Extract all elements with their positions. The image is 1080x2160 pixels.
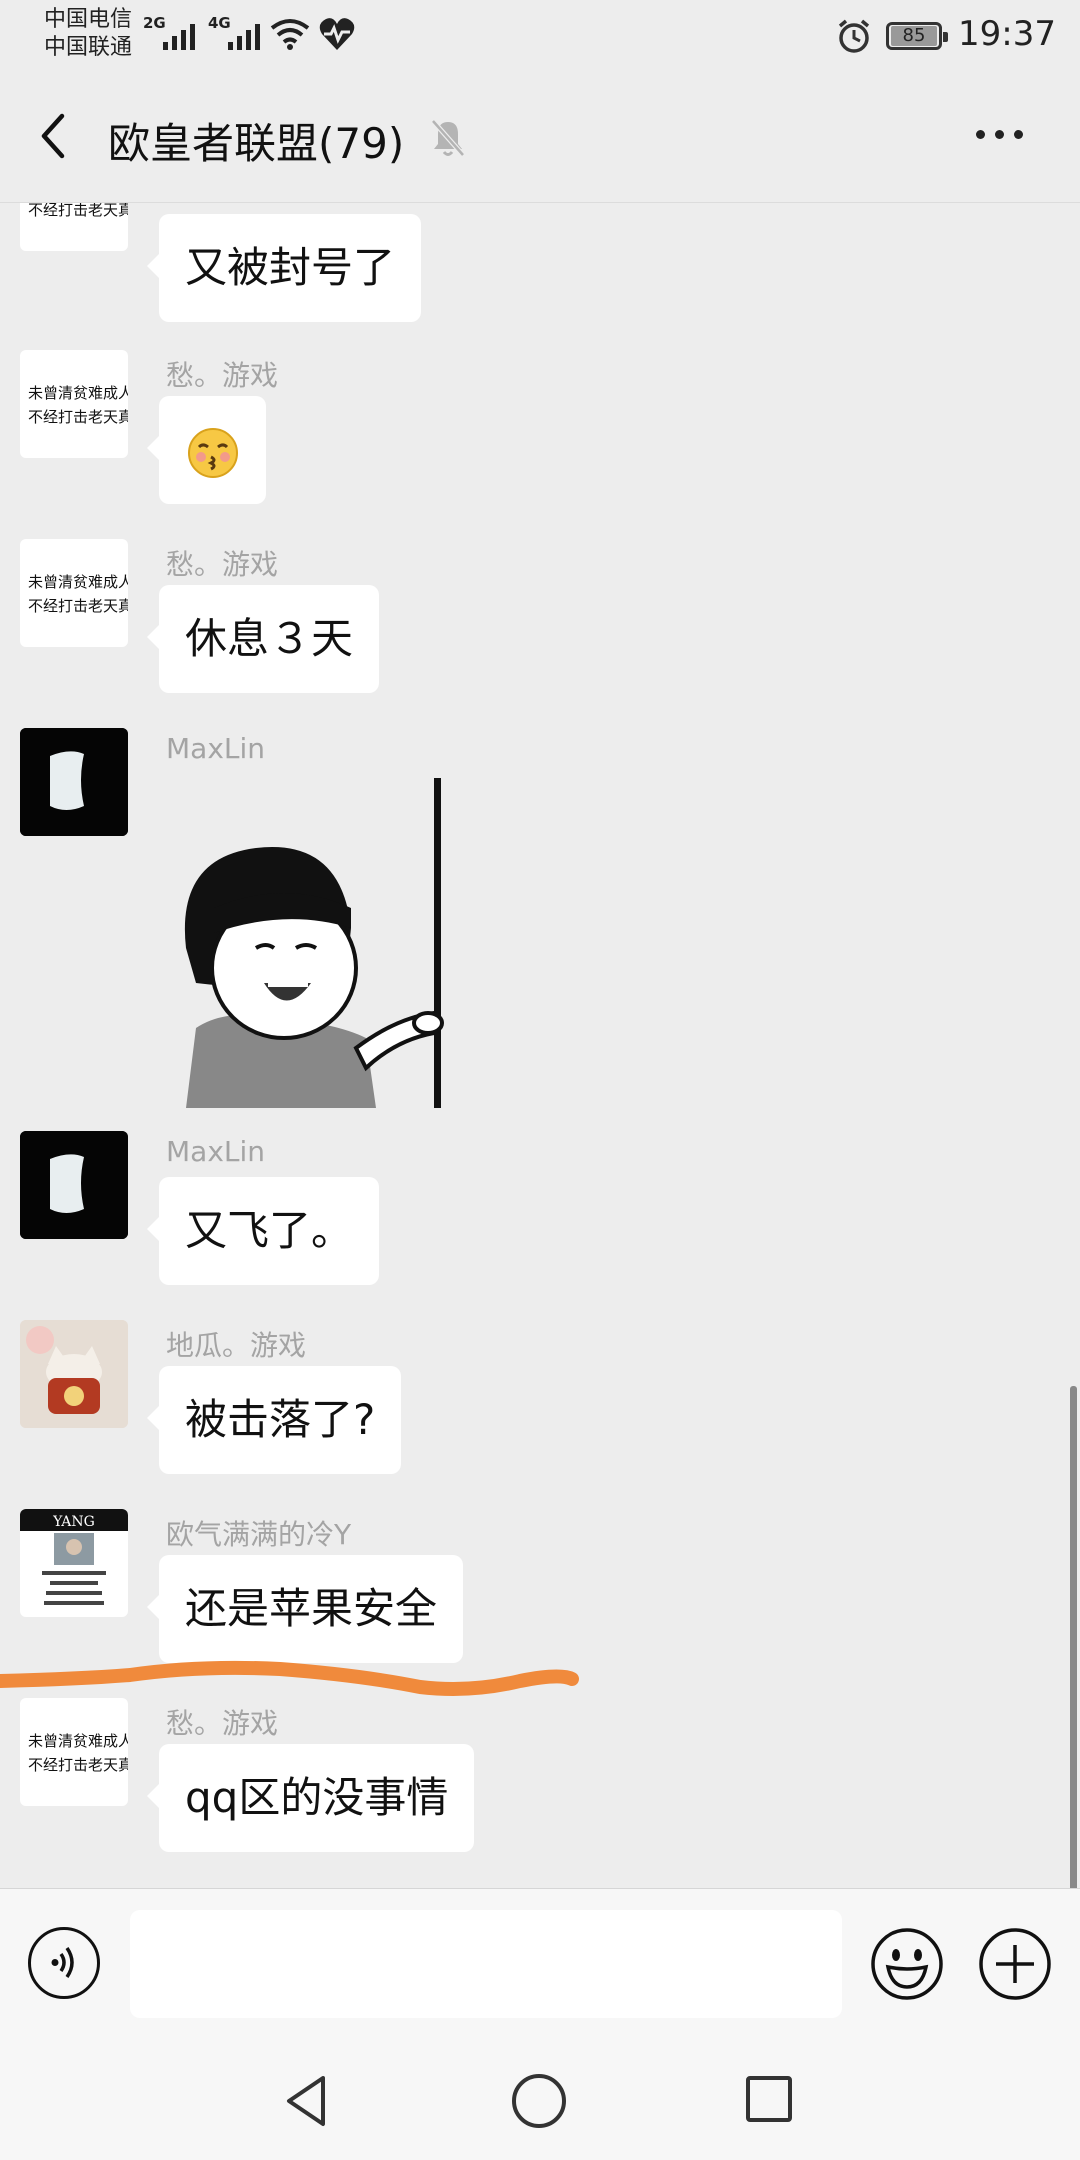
signal-icon (163, 24, 195, 50)
chat-header: 欧皇者联盟(79) (0, 72, 1080, 203)
message-bubble[interactable]: 被击落了? (146, 1366, 402, 1474)
message-bubble[interactable]: 还是苹果安全 (146, 1555, 464, 1663)
avatar[interactable]: 未曾清贫难成人 不经打击老天真 (20, 350, 128, 458)
svg-text:不经打击老天真: 不经打击老天真 (28, 1756, 128, 1774)
chat-title: 欧皇者联盟(79) (108, 119, 405, 168)
status-bar: 中国电信 中国联通 2G 4G 85 19:37 (0, 0, 1080, 72)
calligraphy-avatar-image: 未曾清贫难成人 不经打击老天真 (28, 573, 128, 615)
svg-text:YANG: YANG (52, 1514, 95, 1530)
avatar[interactable] (20, 1320, 128, 1428)
dark-avatar-image (20, 1131, 128, 1239)
alarm-icon (838, 19, 870, 53)
plus-button-icon[interactable] (978, 1927, 1052, 2001)
back-arrow-icon[interactable] (38, 112, 68, 160)
mute-bell-icon (431, 119, 465, 157)
message-row: 未曾清贫难成人 不经打击老天真 又被封号了 (0, 203, 1080, 328)
avatar[interactable]: YANG (20, 1509, 128, 1617)
sender-name: 愁。游戏 (166, 548, 279, 581)
lucky-cat-avatar-image (20, 1320, 128, 1428)
calligraphy-avatar-image: 未曾清贫难成人 不经打击老天真 (28, 203, 128, 219)
message-bubble[interactable]: 又被封号了 (146, 214, 422, 322)
voice-wave-icon (51, 1947, 74, 1978)
svg-text:不经打击老天真: 不经打击老天真 (28, 203, 128, 219)
avatar[interactable] (20, 1131, 128, 1239)
message-bubble[interactable] (147, 396, 266, 504)
message-row: 地瓜。游戏 被击落了? (0, 1320, 1080, 1490)
calligraphy-avatar-image: 未曾清贫难成人 不经打击老天真 (28, 1732, 128, 1774)
orange-underline-annotation (0, 1660, 579, 1696)
sender-name: 欧气满满的冷Y (166, 1518, 352, 1551)
dark-avatar-image (20, 728, 128, 836)
message-input[interactable] (130, 1910, 842, 2018)
clock: 19:37 (958, 14, 1056, 54)
health-icon (319, 18, 355, 50)
message-input-bar (0, 1888, 1080, 2041)
svg-text:未曾清贫难成人: 未曾清贫难成人 (28, 573, 128, 591)
svg-text:不经打击老天真: 不经打击老天真 (28, 597, 128, 615)
scrollbar[interactable] (1070, 1386, 1077, 1888)
more-options-icon[interactable] (976, 130, 1023, 139)
avatar[interactable]: 未曾清贫难成人 不经打击老天真 (20, 539, 128, 647)
message-bubble[interactable]: 休息３天 (146, 585, 380, 693)
system-nav-bar (0, 2040, 1080, 2160)
sender-name: MaxLin (166, 732, 266, 765)
battery-level: 85 (891, 26, 937, 46)
message-row: 未曾清贫难成人 不经打击老天真 愁。游戏 qq区的没事情 (0, 1698, 1080, 1868)
kissing-emoji-icon (187, 427, 238, 478)
carrier-1: 中国电信 (44, 7, 133, 32)
voice-input-button[interactable] (28, 1927, 100, 1999)
svg-text:不经打击老天真: 不经打击老天真 (28, 408, 128, 426)
nav-recent-apps-icon[interactable] (746, 2076, 792, 2122)
sender-name: 地瓜。游戏 (166, 1329, 307, 1362)
emoji-button-icon[interactable] (870, 1927, 944, 2001)
carrier-info: 中国电信 中国联通 (44, 6, 132, 62)
message-bubble[interactable]: qq区的没事情 (146, 1744, 475, 1852)
battery-icon: 85 (886, 22, 948, 50)
nav-home-icon[interactable] (512, 2074, 566, 2128)
message-row: 未曾清贫难成人 不经打击老天真 愁。游戏 休息３天 (0, 539, 1080, 709)
avatar[interactable]: 未曾清贫难成人 不经打击老天真 (20, 203, 128, 251)
carrier-2: 中国联通 (44, 35, 133, 60)
message-row: MaxLin 又飞了。 (0, 1131, 1080, 1301)
message-row: MaxLin (0, 728, 1080, 1108)
message-bubble[interactable]: 又飞了。 (146, 1177, 380, 1285)
yang-avatar-image: YANG (20, 1509, 128, 1605)
message-row: 未曾清贫难成人 不经打击老天真 愁。游戏 (0, 350, 1080, 520)
nav-back-icon[interactable] (283, 2074, 329, 2128)
svg-text:未曾清贫难成人: 未曾清贫难成人 (28, 1732, 128, 1750)
calligraphy-avatar-image: 未曾清贫难成人 不经打击老天真 (28, 384, 128, 426)
wifi-icon (270, 19, 310, 50)
chat-area: 未曾清贫难成人 不经打击老天真 又被封号了 未曾清贫难成人 不经打击老天真 愁。… (0, 203, 1080, 1888)
avatar[interactable]: 未曾清贫难成人 不经打击老天真 (20, 1698, 128, 1806)
signal-icon (228, 24, 260, 50)
sticker-image[interactable] (166, 778, 456, 1108)
svg-text:未曾清贫难成人: 未曾清贫难成人 (28, 384, 128, 402)
sender-name: MaxLin (166, 1135, 266, 1168)
sender-name: 愁。游戏 (166, 359, 279, 392)
avatar[interactable] (20, 728, 128, 836)
